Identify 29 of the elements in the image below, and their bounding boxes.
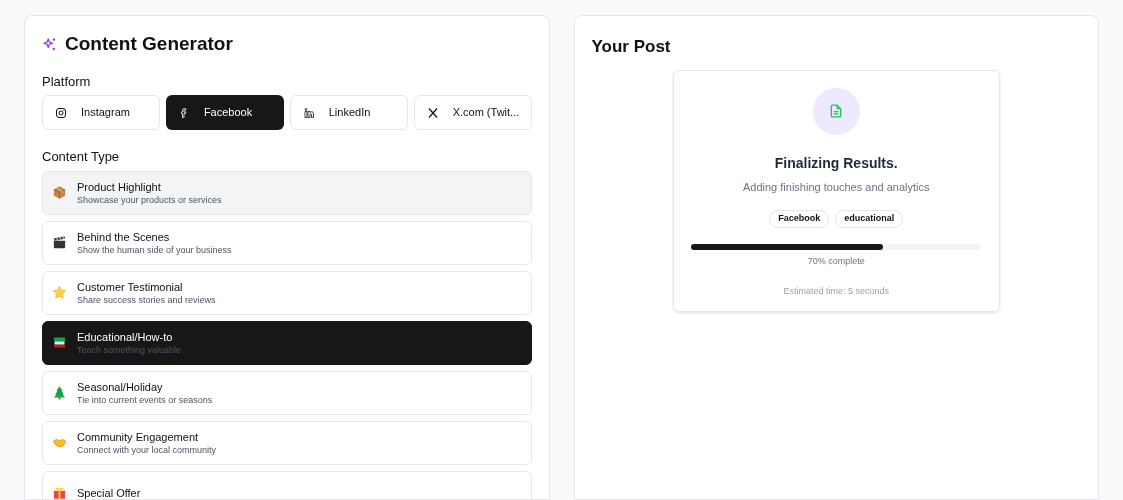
sparkle-icon [42, 36, 57, 52]
platform-tab[interactable]: Instagram [42, 95, 160, 130]
content-type-option[interactable]: Product Highlight Showcase your products or services [42, 170, 532, 215]
card-title: Content Generator [65, 32, 233, 56]
x-logo-icon [426, 106, 439, 119]
instagram-icon [55, 106, 67, 119]
progress-text: 70% complete [807, 254, 865, 268]
linkedin-icon [302, 106, 315, 119]
card-title: Your Post [591, 36, 672, 58]
section-label: Platform [42, 72, 92, 91]
content-type-option[interactable]: Seasonal/Holiday Tie into current events or seasons [42, 370, 532, 415]
content-type-option[interactable]: Educational/How-to Teach something valuable [42, 320, 532, 365]
content-type-option[interactable]: Community Engagement Connect with your local community [42, 420, 532, 465]
star-icon [52, 285, 67, 300]
platform-tab[interactable]: LinkedIn [289, 95, 408, 130]
clapperboard-icon [52, 235, 67, 250]
content-type-option[interactable]: Special Offer [42, 470, 532, 499]
estimate-text: Estimated time: 5 seconds [783, 285, 890, 298]
status-title: Finalizing Results. [774, 153, 898, 173]
document-icon [829, 104, 844, 118]
platform-tab[interactable]: X.com (Twit... [413, 95, 532, 130]
status-text: Adding finishing touches and analytics [743, 179, 930, 195]
section-label: Content Type [42, 148, 121, 166]
content-type-option[interactable]: Behind the Scenes Show the human side of your business [42, 220, 532, 265]
tree-icon [52, 385, 67, 400]
platform-tab[interactable]: Facebook [165, 95, 284, 130]
gift-icon [52, 485, 67, 499]
box-icon [52, 185, 67, 200]
content-type-option[interactable]: Customer Testimonial Share success stories and reviews [42, 270, 532, 315]
